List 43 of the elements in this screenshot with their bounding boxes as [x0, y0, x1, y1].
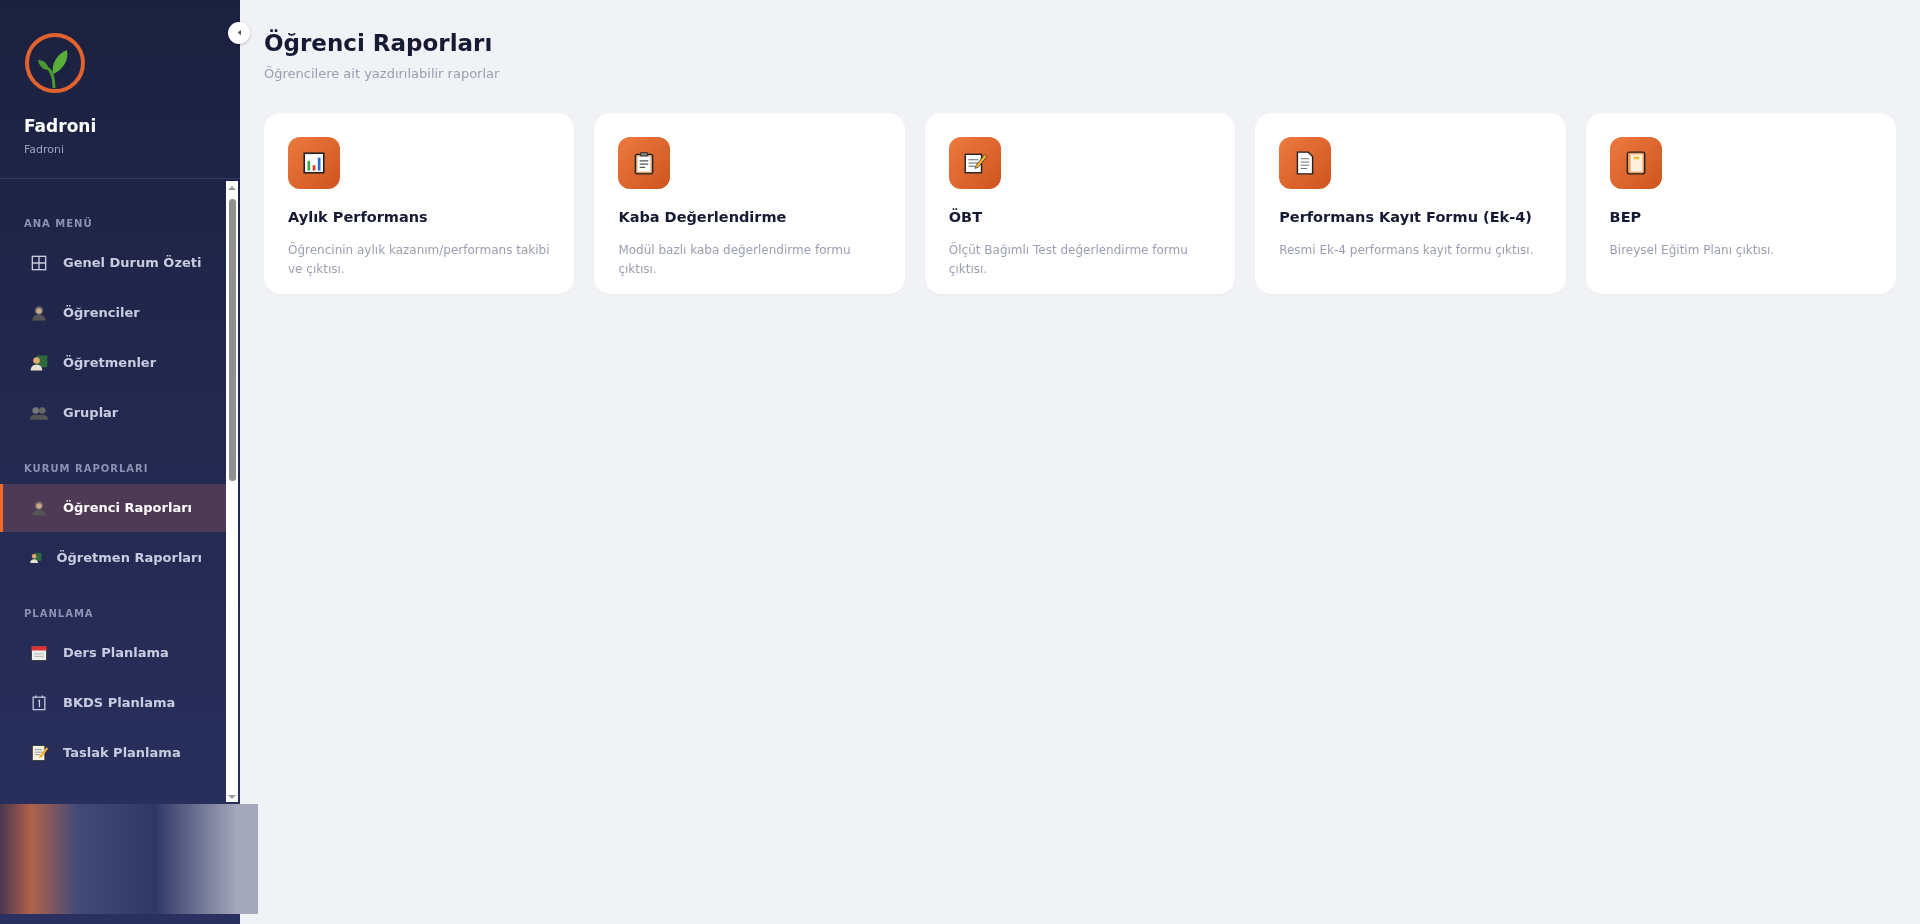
brand-name: Fadroni	[24, 116, 98, 137]
collapse-button[interactable]	[228, 22, 250, 44]
bar-chart-icon	[301, 150, 327, 177]
calendar-icon	[29, 643, 49, 663]
card-description: Ölçüt Bağımlı Test değerlendirme formu çıktısı.	[948, 241, 1189, 279]
report-card[interactable]: Performans Kayıt Formu (Ek-4) Resmi Ek-4 performans kayıt formu çıktısı.	[1255, 113, 1566, 295]
nav-item[interactable]: Öğretmenler	[0, 339, 226, 387]
person-icon	[29, 303, 49, 323]
card-title: Kaba Değerlendirme	[618, 208, 788, 228]
card-title: ÖBT	[948, 207, 984, 228]
nav-item[interactable]: Taslak Planlama	[0, 729, 226, 777]
grid-icon	[29, 253, 49, 273]
scroll-up-icon[interactable]	[226, 183, 238, 193]
nav-item[interactable]: Öğrenciler	[0, 289, 226, 337]
brand-subtitle: Fadroni	[24, 142, 66, 159]
section-heading: KURUM RAPORLARI	[23, 462, 150, 476]
nav-item[interactable]: Ders Planlama	[0, 629, 226, 677]
page-title: Öğrenci Raporları	[264, 30, 494, 58]
memo-icon	[29, 743, 49, 763]
card-description: Resmi Ek-4 performans kayıt formu çıktısı.	[1279, 241, 1535, 259]
report-card[interactable]: Aylık Performans Öğrencinin aylık kazanım/performans takibi ve çıktısı.	[264, 113, 575, 295]
nav-item[interactable]: Gruplar	[0, 389, 226, 437]
person-icon	[29, 498, 49, 518]
section-heading: PLANLAMA	[23, 607, 95, 621]
scrollbar-thumb[interactable]	[229, 199, 236, 481]
card-description: Bireysel Eğitim Planı çıktısı.	[1609, 241, 1776, 259]
card-title: Aylık Performans	[288, 208, 429, 228]
nav-item[interactable]: Öğrenci Raporları	[0, 484, 226, 532]
card-title: Performans Kayıt Formu (Ek-4)	[1279, 208, 1533, 228]
nav-item[interactable]: Öğretmen Raporları	[0, 534, 226, 582]
card-description: Öğrencinin aylık kazanım/performans takibi ve çıktısı.	[288, 241, 551, 279]
report-card[interactable]: Kaba Değerlendirme Modül bazlı kaba değerlendirme formu çıktısı.	[594, 113, 905, 295]
nav-item[interactable]: BKDS Planlama	[0, 679, 226, 727]
page-subtitle: Öğrencilere ait yazdırılabilir raporlar	[264, 64, 501, 83]
scroll-down-icon[interactable]	[226, 792, 238, 802]
report-card[interactable]: ÖBT Ölçüt Bağımlı Test değerlendirme formu çıktısı.	[924, 113, 1236, 295]
section-heading: ANA MENÜ	[23, 216, 94, 231]
nav-item[interactable]: Genel Durum Özeti	[0, 239, 226, 287]
card-title: BEP	[1609, 208, 1643, 228]
card-description: Modül bazlı kaba değerlendirme formu çıktısı.	[618, 241, 852, 279]
logo-icon	[24, 32, 86, 94]
report-card[interactable]: BEP Bireysel Eğitim Planı çıktısı.	[1585, 113, 1896, 295]
teacher-icon	[29, 353, 49, 373]
